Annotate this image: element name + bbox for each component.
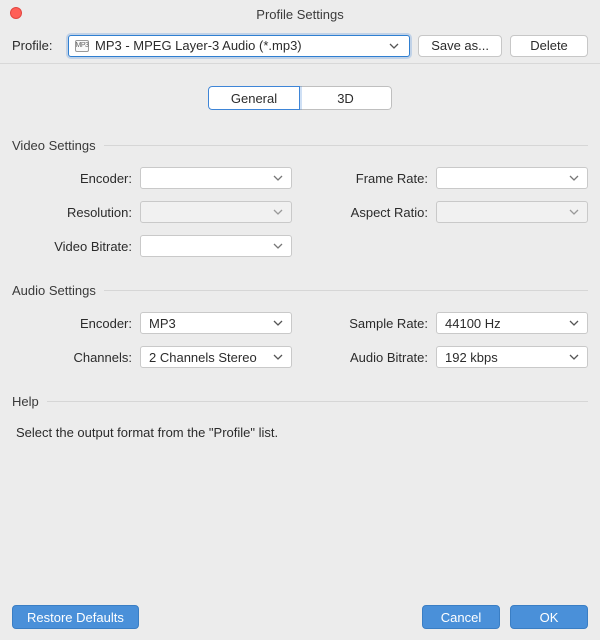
divider [104, 290, 588, 291]
help-title: Help [12, 394, 39, 409]
delete-button[interactable]: Delete [510, 35, 588, 57]
audio-encoder-value: MP3 [149, 316, 273, 331]
close-icon[interactable] [10, 7, 22, 19]
samplerate-combobox[interactable]: 44100 Hz [436, 312, 588, 334]
audio-settings-title: Audio Settings [12, 283, 96, 298]
resolution-combobox[interactable] [140, 201, 292, 223]
help-group: Help Select the output format from the "… [12, 394, 588, 440]
mp3-format-icon: MP3 [75, 40, 89, 52]
divider [47, 401, 588, 402]
audio-settings-group: Audio Settings Encoder: MP3 Sample Rate:… [12, 283, 588, 368]
restore-defaults-button[interactable]: Restore Defaults [12, 605, 139, 629]
video-bitrate-combobox[interactable] [140, 235, 292, 257]
resolution-label: Resolution: [12, 205, 132, 220]
profile-combobox[interactable]: MP3 MP3 - MPEG Layer-3 Audio (*.mp3) [68, 35, 410, 57]
video-encoder-label: Encoder: [12, 171, 132, 186]
save-as-button[interactable]: Save as... [418, 35, 502, 57]
audio-encoder-combobox[interactable]: MP3 [140, 312, 292, 334]
channels-label: Channels: [12, 350, 132, 365]
samplerate-label: Sample Rate: [308, 316, 428, 331]
window-controls [10, 7, 22, 19]
chevron-down-icon [569, 209, 583, 215]
chevron-down-icon [273, 320, 287, 326]
bottom-bar: Restore Defaults Cancel OK [0, 594, 600, 640]
chevron-down-icon [273, 209, 287, 215]
framerate-combobox[interactable] [436, 167, 588, 189]
video-settings-title: Video Settings [12, 138, 96, 153]
video-bitrate-label: Video Bitrate: [12, 239, 132, 254]
samplerate-value: 44100 Hz [445, 316, 569, 331]
audio-bitrate-combobox[interactable]: 192 kbps [436, 346, 588, 368]
chevron-down-icon [273, 354, 287, 360]
chevron-down-icon [273, 243, 287, 249]
channels-value: 2 Channels Stereo [149, 350, 273, 365]
chevron-down-icon [273, 175, 287, 181]
chevron-down-icon [389, 43, 403, 49]
video-settings-group: Video Settings Encoder: Frame Rate: Reso… [12, 138, 588, 257]
tab-general[interactable]: General [208, 86, 300, 110]
video-encoder-combobox[interactable] [140, 167, 292, 189]
audio-encoder-label: Encoder: [12, 316, 132, 331]
audio-bitrate-label: Audio Bitrate: [308, 350, 428, 365]
chevron-down-icon [569, 354, 583, 360]
channels-combobox[interactable]: 2 Channels Stereo [140, 346, 292, 368]
ok-button[interactable]: OK [510, 605, 588, 629]
profile-label: Profile: [12, 38, 60, 53]
titlebar: Profile Settings [0, 0, 600, 28]
framerate-label: Frame Rate: [308, 171, 428, 186]
tab-3d[interactable]: 3D [300, 86, 392, 110]
aspect-ratio-combobox[interactable] [436, 201, 588, 223]
chevron-down-icon [569, 320, 583, 326]
chevron-down-icon [569, 175, 583, 181]
help-text: Select the output format from the "Profi… [12, 423, 588, 440]
audio-bitrate-value: 192 kbps [445, 350, 569, 365]
window-title: Profile Settings [256, 7, 343, 22]
divider [104, 145, 588, 146]
aspect-ratio-label: Aspect Ratio: [308, 205, 428, 220]
profile-value: MP3 - MPEG Layer-3 Audio (*.mp3) [95, 38, 383, 53]
cancel-button[interactable]: Cancel [422, 605, 500, 629]
tabs: General 3D [12, 86, 588, 110]
main-content: General 3D Video Settings Encoder: Frame… [0, 64, 600, 440]
toolbar: Profile: MP3 MP3 - MPEG Layer-3 Audio (*… [0, 28, 600, 64]
